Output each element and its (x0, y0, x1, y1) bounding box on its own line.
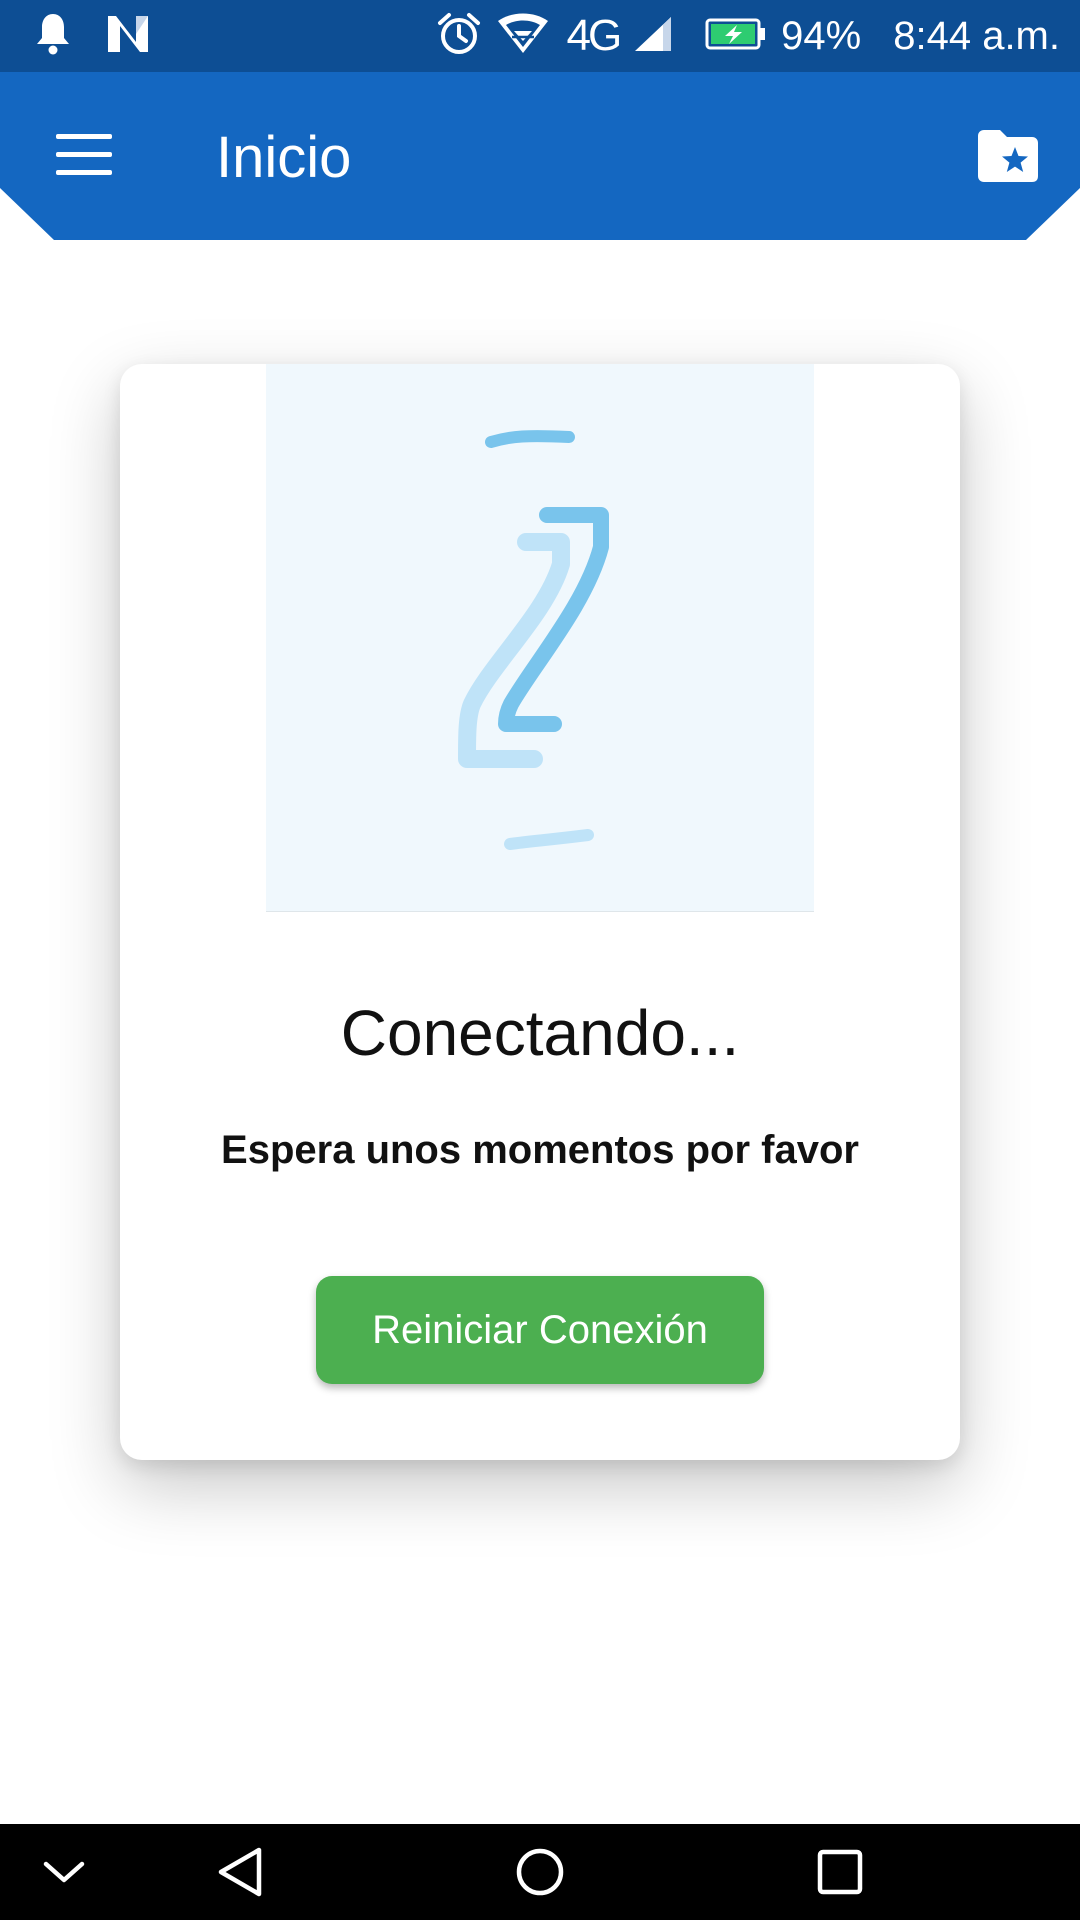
starred-folder-icon[interactable] (976, 128, 1040, 184)
connection-card: Conectando... Espera unos momentos por f… (120, 364, 960, 1460)
app-bar: Inicio (0, 72, 1080, 240)
battery-charging-icon (705, 17, 767, 56)
wifi-icon (496, 13, 550, 60)
status-right: 4G 94% 8:44 a.m. (436, 10, 1060, 62)
network-type: 4G (566, 11, 622, 60)
connecting-heading: Conectando... (340, 997, 740, 1069)
home-icon[interactable] (492, 1824, 588, 1920)
page-title: Inicio (216, 125, 352, 190)
collapse-chevron-icon[interactable] (16, 1824, 112, 1920)
n-app-icon (106, 14, 150, 59)
clock: 8:44 a.m. (893, 13, 1060, 58)
recents-icon[interactable] (792, 1824, 888, 1920)
status-left (34, 12, 150, 60)
alarm-icon (436, 11, 482, 62)
notification-bell-icon (34, 12, 72, 61)
status-bar: 4G 94% 8:44 a.m. (0, 0, 1080, 72)
signal-icon (633, 15, 673, 58)
screen: 4G 94% 8:44 a.m. Inicio Conectando... Es… (0, 0, 1080, 1920)
restart-connection-button[interactable]: Reiniciar Conexión (316, 1276, 764, 1384)
loading-animation (266, 364, 814, 912)
app-logo-icon (458, 430, 609, 850)
battery-level: 94% (781, 13, 862, 58)
back-icon[interactable] (192, 1824, 288, 1920)
menu-icon[interactable] (56, 134, 112, 176)
wait-message: Espera unos momentos por favor (221, 1128, 859, 1172)
navigation-bar (0, 1824, 1080, 1920)
